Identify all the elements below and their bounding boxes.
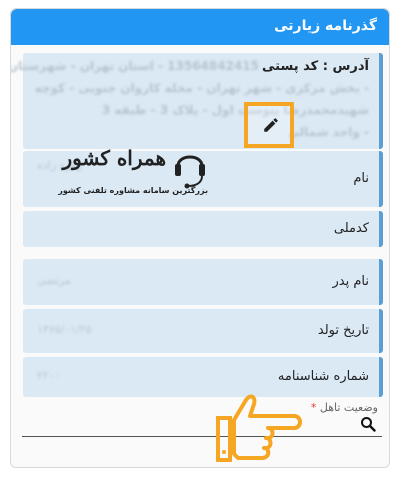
address-line-2: - بخش مرکزی - شهر تهران - محله کاروان جن… [34, 81, 369, 95]
field-label-id-number: شماره شناسنامه [277, 369, 369, 384]
watermark-title: همراه کشور [62, 146, 166, 170]
pointing-hand-icon [216, 394, 302, 462]
field-value-birth-date: ۱۳۶۵/۰۱/۲۵ [37, 323, 92, 336]
address-label: آدرس : کد پستی [262, 59, 369, 74]
address-card: آدرس : کد پستی 13564842415 - استان تهران… [11, 53, 383, 149]
field-national-code[interactable]: کدملی [23, 211, 383, 247]
marital-status-input[interactable] [22, 436, 382, 437]
field-label-father-name: نام پدر [332, 274, 369, 289]
field-id-number[interactable]: شماره شناسنامه ۲۲۰۰ [23, 357, 383, 397]
passport-form: گذرنامه زیارتی آدرس : کد پستی 1356484241… [10, 8, 390, 468]
address-line-4: - واحد شمالی [287, 125, 370, 139]
watermark-subtitle: بزرگترین سامانه مشاوره تلفنی کشور [58, 186, 208, 195]
header-title: گذرنامه زیارتی [274, 18, 377, 34]
field-birth-date[interactable]: تاریخ تولد ۱۳۶۵/۰۱/۲۵ [23, 309, 383, 353]
marital-status-label: وضعیت تاهل * [309, 401, 378, 414]
field-father-name[interactable]: نام پدر مرتضی [23, 259, 383, 305]
form-header: گذرنامه زیارتی [11, 9, 389, 45]
field-label-first-name: نام [353, 171, 369, 186]
address-line-1: 13564842415 - استان تهران - شهرستان تهرا… [10, 59, 259, 73]
search-icon[interactable] [360, 416, 376, 432]
edit-address-button[interactable] [244, 102, 294, 148]
marital-status-text: وضعیت تاهل [319, 401, 378, 414]
field-value-id-number: ۲۲۰۰ [37, 369, 61, 382]
field-label-national-code: کدملی [333, 221, 369, 236]
field-value-father-name: مرتضی [37, 274, 71, 287]
headset-logo-icon [175, 155, 205, 189]
field-label-birth-date: تاریخ تولد [317, 323, 369, 338]
address-line-3: شهیدمحمدرضا پیوست اول - پلاک 3 - طبقه 3 [101, 103, 369, 117]
required-mark: * [310, 401, 317, 414]
pencil-icon [264, 118, 278, 132]
watermark: همراه کشور بزرگترین سامانه مشاوره تلفنی … [40, 146, 208, 212]
